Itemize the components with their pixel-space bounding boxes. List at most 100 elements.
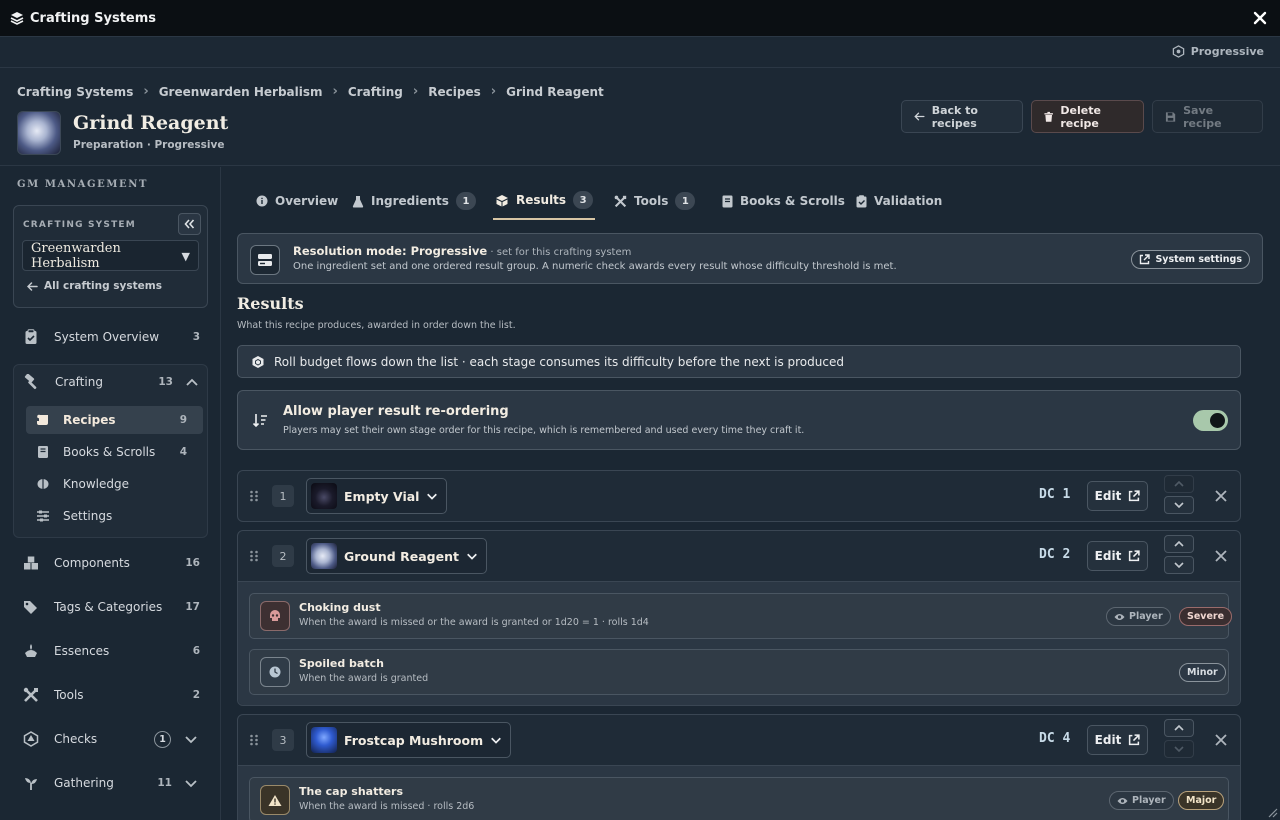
edit-item-button[interactable]: Edit xyxy=(1087,725,1148,755)
resolution-title: Resolution mode: Progressive xyxy=(293,244,488,258)
sidebar-item-checks[interactable]: Checks 1 xyxy=(13,723,208,755)
result-item-select[interactable]: Empty Vial xyxy=(306,478,448,514)
sidebar-item-badge: 1 xyxy=(154,731,171,748)
all-crafting-systems-link[interactable]: All crafting systems xyxy=(27,280,162,292)
crafting-system-select[interactable]: Greenwarden Herbalism ▼ xyxy=(22,240,199,271)
page-subtitle: Preparation · Progressive xyxy=(73,139,225,151)
edit-item-button[interactable]: Edit xyxy=(1087,541,1148,571)
sidebar-item-knowledge[interactable]: Knowledge xyxy=(26,470,203,498)
stage-number: 2 xyxy=(272,545,294,567)
sidebar-item-label: Gathering xyxy=(54,776,114,790)
back-to-recipes-label: Back to recipes xyxy=(931,103,978,130)
breadcrumb-item[interactable]: Crafting xyxy=(348,85,403,99)
move-up-button[interactable] xyxy=(1164,535,1194,553)
server-icon xyxy=(250,245,280,275)
essence-icon xyxy=(25,644,37,657)
dice-icon xyxy=(23,731,39,747)
remove-icon[interactable] xyxy=(1214,733,1228,747)
tab-validation[interactable]: Validation xyxy=(854,182,944,220)
remove-icon[interactable] xyxy=(1214,549,1228,563)
sidebar-item-label: Checks xyxy=(54,732,98,746)
sidebar-item-components[interactable]: Components 16 xyxy=(13,547,208,579)
chevron-up-icon xyxy=(1174,480,1184,487)
move-down-button[interactable] xyxy=(1164,740,1194,758)
chevron-down-icon xyxy=(1174,746,1184,753)
breadcrumb-item[interactable]: Crafting Systems xyxy=(17,85,133,99)
consequence-item[interactable]: Choking dust When the award is missed or… xyxy=(249,593,1233,639)
consequence-item[interactable]: Spoiled batch When the award is granted … xyxy=(249,649,1229,695)
sidebar-item-label: Crafting xyxy=(55,375,103,389)
tools-icon xyxy=(614,195,627,207)
stage-row: 1 Empty Vial DC 1 Edit xyxy=(238,471,1240,521)
back-to-recipes-button[interactable]: Back to recipes xyxy=(901,100,1023,133)
remove-icon[interactable] xyxy=(1214,489,1228,503)
breadcrumb-item[interactable]: Greenwarden Herbalism xyxy=(159,85,323,99)
flask-icon xyxy=(352,195,364,208)
resize-handle-icon[interactable] xyxy=(1266,806,1278,818)
move-up-button[interactable] xyxy=(1164,719,1194,737)
roll-budget-text: Roll budget flows down the list · each s… xyxy=(274,354,844,369)
tab-overview[interactable]: Overview xyxy=(254,182,340,220)
chevron-right-icon: › xyxy=(332,84,338,99)
system-settings-button[interactable]: System settings xyxy=(1131,250,1250,269)
book-icon xyxy=(722,195,733,207)
warning-icon xyxy=(260,785,290,815)
tab-ingredients[interactable]: Ingredients 1 xyxy=(350,182,478,220)
clipboard-icon xyxy=(25,329,37,344)
move-down-button[interactable] xyxy=(1164,556,1194,574)
move-down-button[interactable] xyxy=(1164,496,1194,514)
drag-handle-icon[interactable] xyxy=(248,734,260,746)
drag-handle-icon[interactable] xyxy=(248,550,260,562)
sidebar-item-label: Books & Scrolls xyxy=(63,445,156,459)
page-header: Crafting Systems › Greenwarden Herbalism… xyxy=(0,68,1280,166)
clock-icon xyxy=(260,657,290,687)
chevron-down-icon xyxy=(491,737,501,744)
player-visibility-badge: Player xyxy=(1109,791,1174,810)
result-item-select[interactable]: Ground Reagent xyxy=(306,538,487,574)
sidebar-item-settings[interactable]: Settings xyxy=(26,502,203,530)
tab-count: 1 xyxy=(675,192,696,210)
tab-books-scrolls[interactable]: Books & Scrolls xyxy=(720,182,847,220)
result-item-select[interactable]: Frostcap Mushroom xyxy=(306,722,512,758)
difficulty-class: DC 4 xyxy=(1039,731,1071,746)
tab-results[interactable]: Results 3 xyxy=(493,182,596,220)
breadcrumb-item[interactable]: Recipes xyxy=(428,85,480,99)
consequence-title: Choking dust xyxy=(299,601,381,614)
tab-label: Validation xyxy=(874,194,943,208)
tab-bar: Overview Ingredients 1 Results 3 Tools 1… xyxy=(238,182,1268,220)
delete-recipe-button[interactable]: Delete recipe xyxy=(1031,100,1144,133)
close-icon[interactable] xyxy=(1252,10,1268,26)
result-stage: 1 Empty Vial DC 1 Edit xyxy=(237,470,1241,522)
crafting-system-value: Greenwarden Herbalism xyxy=(31,240,121,271)
arrow-left-icon xyxy=(914,112,925,121)
sidebar-item-tags-categories[interactable]: Tags & Categories 17 xyxy=(13,591,208,623)
all-crafting-systems-label: All crafting systems xyxy=(44,280,162,292)
save-recipe-button[interactable]: Save recipe xyxy=(1152,100,1263,133)
severity-badge: Severe xyxy=(1179,607,1233,626)
consequence-title: The cap shatters xyxy=(299,785,404,798)
sort-icon xyxy=(252,414,267,428)
sidebar-item-gathering[interactable]: Gathering 11 xyxy=(13,767,208,799)
crafting-system-card: CRAFTING SYSTEM Greenwarden Herbalism ▼ … xyxy=(13,205,208,308)
hammer-icon xyxy=(24,374,37,390)
mode-bar: Progressive xyxy=(0,37,1280,68)
tab-tools[interactable]: Tools 1 xyxy=(612,182,697,220)
result-item-name: Empty Vial xyxy=(344,488,420,504)
tab-label: Overview xyxy=(275,194,339,208)
results-heading: Results xyxy=(237,294,304,313)
edit-item-button[interactable]: Edit xyxy=(1087,481,1148,511)
sidebar-item-recipes[interactable]: Recipes 9 xyxy=(26,406,203,434)
drag-handle-icon[interactable] xyxy=(248,490,260,502)
stage-number: 3 xyxy=(272,729,294,751)
sidebar-item-tools[interactable]: Tools 2 xyxy=(13,679,208,711)
caret-down-icon: ▼ xyxy=(181,250,190,263)
sidebar-item-essences[interactable]: Essences 6 xyxy=(13,635,208,667)
window-title: Crafting Systems xyxy=(30,10,157,26)
sidebar-item-system-overview[interactable]: System Overview 3 xyxy=(13,321,208,353)
consequence-item[interactable]: The cap shatters When the award is misse… xyxy=(249,777,1229,820)
collapse-sidebar-button[interactable] xyxy=(178,213,201,235)
sidebar-item-books-scrolls[interactable]: Books & Scrolls 4 xyxy=(26,438,203,466)
reorder-toggle[interactable] xyxy=(1193,410,1228,431)
sidebar-item-crafting[interactable]: Crafting 13 xyxy=(14,366,209,398)
move-up-button[interactable] xyxy=(1164,475,1194,493)
